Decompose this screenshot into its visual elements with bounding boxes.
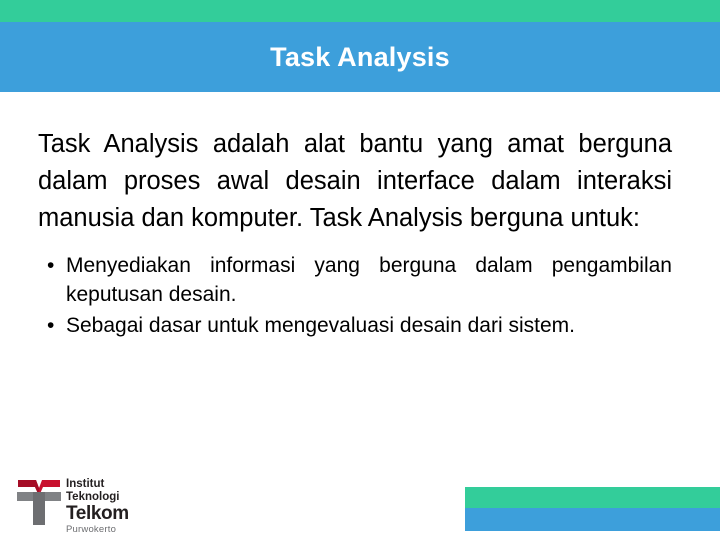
header-green-band xyxy=(0,0,720,22)
list-item-label: Menyediakan informasi yang berguna dalam… xyxy=(66,254,672,306)
page-title: Task Analysis xyxy=(270,41,450,72)
logo-line-institut: Institut xyxy=(66,478,105,490)
footer-green-band xyxy=(465,487,720,508)
logo-wordmark: Institut Teknologi Telkom Purwokerto xyxy=(66,478,206,535)
bullet-icon: • xyxy=(47,254,55,277)
slide-content: Task Analysis adalah alat bantu yang ama… xyxy=(38,126,672,342)
institution-logo: Institut Teknologi Telkom Purwokerto xyxy=(16,478,206,535)
benefits-list: • Menyediakan informasi yang berguna dal… xyxy=(38,251,672,340)
slide: Task Analysis Task Analysis adalah alat … xyxy=(0,0,720,540)
intro-paragraph: Task Analysis adalah alat bantu yang ama… xyxy=(38,130,672,232)
logo-line-telkom: Telkom xyxy=(66,503,129,524)
footer-accent-bar xyxy=(465,487,720,531)
list-item: • Menyediakan informasi yang berguna dal… xyxy=(38,251,672,309)
list-item: • Sebagai dasar untuk mengevaluasi desai… xyxy=(38,311,672,340)
logo-line-purwokerto: Purwokerto xyxy=(66,524,117,535)
list-item-label: Sebagai dasar untuk mengevaluasi desain … xyxy=(66,314,575,337)
telkom-logo-icon xyxy=(16,478,62,526)
footer-blue-band xyxy=(465,508,720,531)
bullet-icon: • xyxy=(47,314,55,337)
